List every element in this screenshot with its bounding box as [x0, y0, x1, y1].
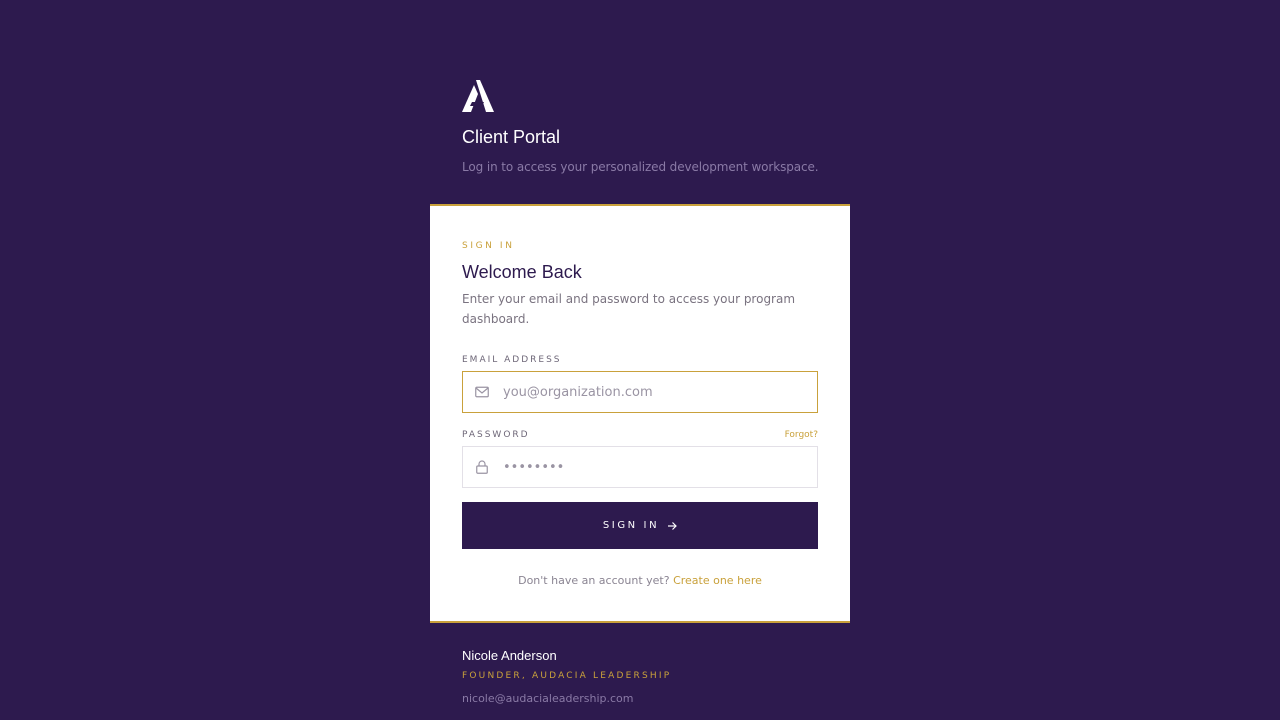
- portal-subtitle: Log in to access your personalized devel…: [462, 160, 819, 174]
- sign-in-button-label: SIGN IN: [602, 520, 660, 531]
- email-input[interactable]: [503, 372, 803, 412]
- email-label: EMAIL ADDRESS: [462, 355, 562, 365]
- password-label: PASSWORD: [462, 430, 530, 440]
- signup-prompt-line: Don't have an account yet? Create one he…: [430, 574, 850, 587]
- founder-name: Nicole Anderson: [462, 648, 557, 663]
- founder-role: FOUNDER, AUDACIA LEADERSHIP: [462, 671, 672, 681]
- login-page: Client Portal Log in to access your pers…: [430, 0, 850, 720]
- create-account-link[interactable]: Create one here: [673, 574, 762, 587]
- mail-icon: [475, 386, 489, 398]
- forgot-password-link[interactable]: Forgot?: [785, 430, 818, 440]
- sign-in-eyebrow: SIGN IN: [462, 241, 515, 251]
- lock-icon: [476, 460, 488, 474]
- email-field-box[interactable]: [462, 371, 818, 413]
- card-title: Welcome Back: [462, 262, 582, 282]
- audacia-a-logo-icon: [462, 80, 494, 112]
- founder-email: nicole@audacialeadership.com: [462, 692, 634, 705]
- password-field-box[interactable]: [462, 446, 818, 488]
- portal-title: Client Portal: [462, 127, 561, 147]
- signup-prompt: Don't have an account yet?: [518, 574, 670, 587]
- card-intro: Enter your email and password to access …: [462, 292, 796, 326]
- sign-in-button[interactable]: SIGN IN: [462, 502, 818, 549]
- sign-in-card: SIGN IN Welcome Back Enter your email an…: [430, 204, 850, 623]
- password-input[interactable]: [503, 447, 803, 487]
- arrow-right-icon: [668, 521, 678, 530]
